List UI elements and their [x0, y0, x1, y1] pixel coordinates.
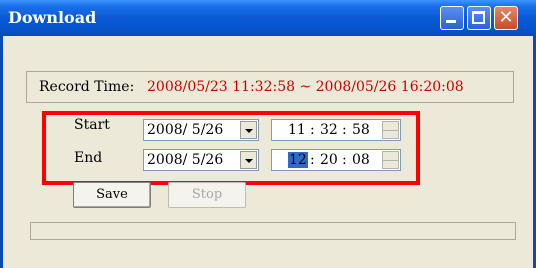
highlight-frame: [42, 111, 420, 185]
record-time-value: 2008/05/23 11:32:58 ~ 2008/05/26 16:20:0…: [147, 79, 464, 95]
progress-bar: [30, 222, 516, 240]
title-bar[interactable]: Download ✕: [0, 0, 536, 36]
download-window: Download ✕ Record Time: 2008/05/23 11:32…: [0, 0, 536, 268]
stop-button[interactable]: Stop: [168, 182, 246, 208]
close-icon: ✕: [498, 7, 514, 28]
minimize-icon: [446, 20, 456, 23]
record-time-panel: Record Time: 2008/05/23 11:32:58 ~ 2008/…: [26, 71, 514, 103]
close-button[interactable]: ✕: [494, 6, 518, 30]
save-button[interactable]: Save: [73, 182, 151, 208]
window-title: Download: [8, 8, 97, 27]
maximize-icon: [472, 11, 485, 24]
maximize-button[interactable]: [467, 6, 491, 30]
record-time-label: Record Time:: [39, 79, 135, 95]
minimize-button[interactable]: [440, 6, 464, 30]
window-border-left: [0, 36, 3, 268]
